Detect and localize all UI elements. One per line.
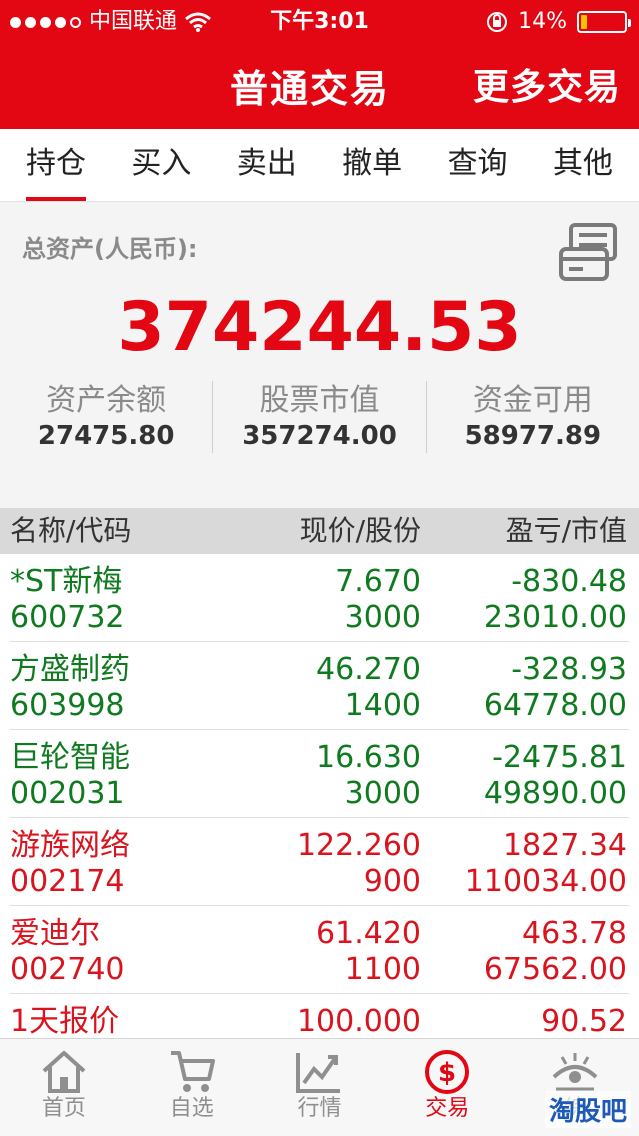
stock-profit-loss: 1827.34	[502, 828, 627, 863]
summary-value: 27475.80	[37, 421, 175, 451]
header-name-code: 名称/代码	[10, 514, 132, 547]
stock-market-value: 110034.00	[464, 864, 627, 899]
assets-panel: 总资产(人民币): 374244.53 资产余额 27475.80 股票市值 3…	[0, 203, 639, 508]
stock-market-value: 49890.00	[483, 776, 627, 811]
stock-code: 002740	[10, 952, 125, 987]
table-row[interactable]: 方盛制药 603998 46.270 1400 -328.93 64778.00	[10, 642, 629, 730]
stock-name: *ST新梅	[10, 564, 123, 599]
summary-label: 股票市值	[259, 383, 380, 418]
stock-market-value: 64778.00	[483, 688, 627, 723]
status-right: 14%	[486, 0, 631, 44]
stock-quantity: 3000	[344, 600, 421, 635]
watermark-logo: 淘股吧	[544, 1091, 631, 1128]
bottom-nav: 首页 自选 行情 $ 交易 淘股吧	[0, 1038, 639, 1136]
status-bar: 中国联通 下午3:01 14%	[0, 0, 639, 44]
cart-icon	[170, 1051, 215, 1092]
stock-name: 游族网络	[10, 828, 130, 863]
stock-name: 方盛制药	[10, 652, 130, 687]
positions-list: *ST新梅 600732 7.670 3000 -830.48 23010.00…	[0, 554, 639, 1038]
table-row[interactable]: 巨轮智能 002031 16.630 3000 -2475.81 49890.0…	[10, 730, 629, 818]
battery-percent: 14%	[518, 9, 567, 34]
dollar-icon: $	[425, 1050, 470, 1094]
stock-code: 002174	[10, 864, 125, 899]
chart-icon	[296, 1053, 341, 1093]
header-pl-mv: 盈亏/市值	[505, 514, 627, 547]
table-row[interactable]: 游族网络 002174 122.260 900 1827.34 110034.0…	[10, 818, 629, 906]
summary-market-value: 股票市值 357274.00	[212, 381, 425, 453]
home-icon	[42, 1051, 86, 1093]
stock-price: 61.420	[316, 916, 421, 951]
tab-cancel[interactable]: 撤单	[332, 129, 412, 201]
summary-value: 58977.89	[464, 421, 602, 451]
stock-profit-loss: -2475.81	[492, 740, 627, 775]
assets-summary: 资产余额 27475.80 股票市值 357274.00 资金可用 58977.…	[0, 381, 639, 453]
receipt-icon[interactable]	[557, 223, 621, 283]
summary-label: 资金可用	[472, 383, 593, 418]
stock-market-value: 67562.00	[483, 952, 627, 987]
nav-label: 首页	[41, 1096, 86, 1121]
stock-profit-loss: 90.52	[541, 1004, 627, 1038]
app-root: 中国联通 下午3:01 14% 普通交易 更多交易 持仓 买入 卖出 撤单 查询…	[0, 0, 639, 1136]
stock-price: 122.260	[296, 828, 421, 863]
rotation-lock-icon	[487, 12, 508, 32]
stock-quantity: 1100	[344, 952, 421, 987]
tab-sell[interactable]: 卖出	[227, 129, 307, 201]
stock-quantity: 1400	[344, 688, 421, 723]
stock-profit-loss: 463.78	[522, 916, 627, 951]
stock-code: 603998	[10, 688, 125, 723]
header: 中国联通 下午3:01 14% 普通交易 更多交易	[0, 0, 639, 129]
nav-trade[interactable]: $ 交易	[383, 1039, 511, 1136]
header-price-qty: 现价/股份	[299, 514, 421, 547]
stock-name: 1天报价	[10, 1004, 120, 1038]
total-assets-value: 374244.53	[117, 288, 522, 367]
table-row[interactable]: 1天报价 100.000 90.52	[10, 994, 629, 1038]
stock-price: 100.000	[296, 1004, 421, 1038]
stock-price: 7.670	[335, 564, 421, 599]
stock-profit-loss: -328.93	[511, 652, 627, 687]
nav-label: 自选	[169, 1096, 214, 1121]
stock-price: 46.270	[316, 652, 421, 687]
nav-home[interactable]: 首页	[0, 1039, 128, 1136]
tab-other[interactable]: 其他	[543, 129, 623, 201]
tab-buy[interactable]: 买入	[121, 129, 201, 201]
stock-quantity: 900	[363, 864, 421, 899]
summary-value: 357274.00	[242, 421, 397, 451]
stock-name: 爱迪尔	[10, 916, 100, 951]
nav-watchlist[interactable]: 自选	[128, 1039, 256, 1136]
stock-name: 巨轮智能	[10, 740, 130, 775]
svg-text:$: $	[438, 1058, 456, 1088]
stock-quantity: 3000	[344, 776, 421, 811]
stock-profit-loss: -830.48	[511, 564, 627, 599]
positions-table-header: 名称/代码 现价/股份 盈亏/市值	[0, 508, 639, 554]
more-trading-button[interactable]: 更多交易	[473, 58, 621, 110]
nav-label: 行情	[297, 1096, 342, 1121]
nav-market[interactable]: 行情	[256, 1039, 384, 1136]
tab-positions[interactable]: 持仓	[16, 129, 96, 201]
table-row[interactable]: 爱迪尔 002740 61.420 1100 463.78 67562.00	[10, 906, 629, 994]
stock-code: 002031	[10, 776, 125, 811]
summary-available-funds: 资金可用 58977.89	[425, 381, 639, 453]
nav-label: 交易	[425, 1096, 470, 1121]
stock-code: 600732	[10, 600, 125, 635]
tab-query[interactable]: 查询	[438, 129, 518, 201]
stock-price: 16.630	[316, 740, 421, 775]
trade-tabs: 持仓 买入 卖出 撤单 查询 其他	[0, 129, 639, 202]
summary-label: 资产余额	[46, 383, 167, 418]
total-assets-label: 总资产(人民币):	[22, 235, 198, 263]
table-row[interactable]: *ST新梅 600732 7.670 3000 -830.48 23010.00	[10, 554, 629, 642]
eye-icon	[552, 1053, 598, 1091]
battery-icon	[577, 11, 631, 33]
summary-balance: 资产余额 27475.80	[0, 381, 212, 453]
stock-market-value: 23010.00	[483, 600, 627, 635]
